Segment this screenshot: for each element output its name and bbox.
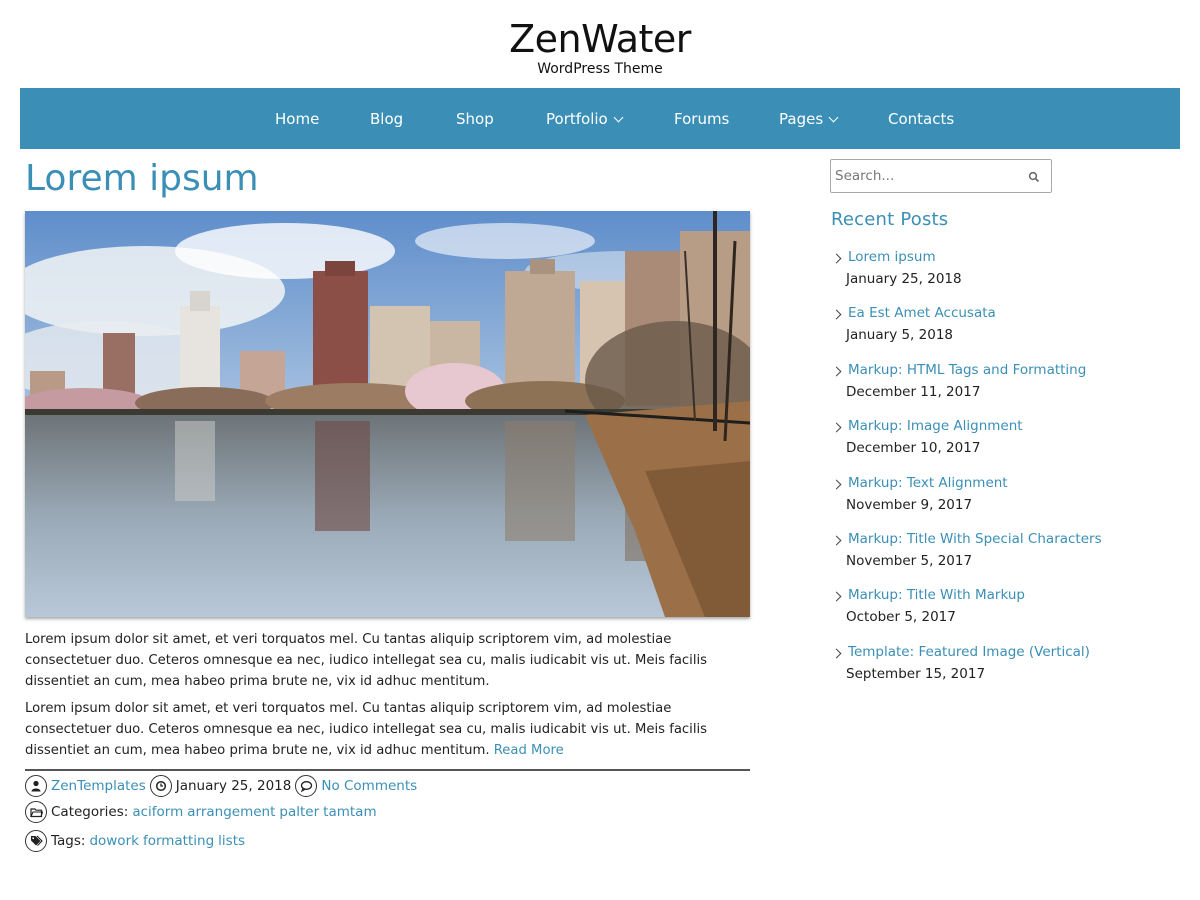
recent-post-link[interactable]: Markup: Image Alignment xyxy=(848,416,1023,436)
chevron-right-icon xyxy=(831,309,842,320)
chevron-down-icon xyxy=(613,112,624,123)
recent-post-date: November 9, 2017 xyxy=(846,497,973,513)
nav-item-home[interactable]: Home xyxy=(275,108,319,130)
nav-item-contacts[interactable]: Contacts xyxy=(888,108,954,130)
tag-link[interactable]: formatting xyxy=(143,829,214,853)
nav-item-label: Forums xyxy=(674,110,730,128)
categories-label: Categories: xyxy=(51,804,129,820)
post-tags-row: Tags: dowork formatting lists xyxy=(25,829,245,853)
nav-item-label: Home xyxy=(275,110,320,128)
category-link[interactable]: palter xyxy=(279,800,319,824)
nav-item-label: Blog xyxy=(370,110,404,128)
tags-icon xyxy=(25,830,47,852)
recent-post-date: January 25, 2018 xyxy=(846,271,962,287)
user-icon xyxy=(25,775,47,797)
recent-post-item: Ea Est Amet Accusata January 5, 2018 xyxy=(831,303,1171,347)
read-more-link[interactable]: Read More xyxy=(494,743,564,758)
category-link[interactable]: aciform xyxy=(132,800,183,824)
recent-post-item: Lorem ipsum January 25, 2018 xyxy=(831,247,1171,291)
recent-post-link[interactable]: Markup: Text Alignment xyxy=(848,473,1008,493)
tag-link[interactable]: lists xyxy=(218,829,245,853)
nav-item-label: Shop xyxy=(456,110,494,128)
recent-post-item: Markup: HTML Tags and Formatting Decembe… xyxy=(831,360,1171,404)
post-meta-row: ZenTemplates January 25, 2018 No Comment… xyxy=(25,774,417,798)
chevron-right-icon xyxy=(831,366,842,377)
nav-item-label: Contacts xyxy=(888,110,955,128)
nav-item-label: Portfolio xyxy=(546,110,608,128)
search-form xyxy=(830,159,1052,193)
post-paragraph: Lorem ipsum dolor sit amet, et veri torq… xyxy=(25,632,708,689)
tags-label: Tags: xyxy=(51,833,86,849)
category-link[interactable]: arrangement xyxy=(187,800,275,824)
post-date: January 25, 2018 xyxy=(175,778,292,794)
post-title[interactable]: Lorem ipsum xyxy=(25,157,259,201)
recent-post-date: January 5, 2018 xyxy=(846,327,953,343)
featured-image[interactable] xyxy=(25,211,750,617)
recent-post-date: November 5, 2017 xyxy=(846,553,973,569)
main-navigation: Home Blog Shop Portfolio Forums Pages Co… xyxy=(20,88,1180,149)
nav-item-forums[interactable]: Forums xyxy=(674,108,729,130)
nav-item-pages[interactable]: Pages xyxy=(779,108,839,130)
clock-icon xyxy=(149,775,172,797)
recent-post-link[interactable]: Ea Est Amet Accusata xyxy=(848,303,996,323)
chevron-down-icon xyxy=(828,112,839,123)
recent-post-link[interactable]: Markup: Title With Special Characters xyxy=(848,529,1102,549)
recent-post-item: Markup: Title With Special Characters No… xyxy=(831,529,1171,573)
chevron-right-icon xyxy=(831,648,842,659)
post-paragraph: Lorem ipsum dolor sit amet, et veri torq… xyxy=(25,698,750,761)
nav-item-shop[interactable]: Shop xyxy=(456,108,494,130)
recent-post-link[interactable]: Markup: HTML Tags and Formatting xyxy=(848,360,1086,380)
recent-posts-title: Recent Posts xyxy=(831,209,949,230)
site-header: ZenWater WordPress Theme xyxy=(0,0,1200,88)
search-icon[interactable] xyxy=(1025,168,1043,186)
recent-post-date: September 15, 2017 xyxy=(846,666,986,682)
tag-link[interactable]: dowork xyxy=(89,829,139,853)
recent-post-date: December 11, 2017 xyxy=(846,384,981,400)
recent-post-item: Markup: Title With Markup October 5, 201… xyxy=(831,585,1171,629)
recent-post-link[interactable]: Markup: Title With Markup xyxy=(848,585,1025,605)
category-link[interactable]: tamtam xyxy=(323,800,376,824)
nav-item-portfolio[interactable]: Portfolio xyxy=(546,108,624,130)
recent-post-link[interactable]: Lorem ipsum xyxy=(848,247,936,267)
folder-icon xyxy=(25,801,47,823)
nav-item-label: Pages xyxy=(779,110,824,128)
author-link[interactable]: ZenTemplates xyxy=(51,774,146,798)
post-paragraph-text: Lorem ipsum dolor sit amet, et veri torq… xyxy=(25,701,708,758)
recent-post-link[interactable]: Template: Featured Image (Vertical) xyxy=(848,642,1090,662)
chevron-right-icon xyxy=(831,591,842,602)
search-input[interactable] xyxy=(835,165,1015,187)
chevron-right-icon xyxy=(831,422,842,433)
comments-link[interactable]: No Comments xyxy=(321,774,417,798)
chevron-right-icon xyxy=(831,479,842,490)
nav-item-blog[interactable]: Blog xyxy=(370,108,403,130)
recent-post-item: Markup: Text Alignment November 9, 2017 xyxy=(831,473,1171,517)
comment-icon xyxy=(295,775,318,797)
recent-post-date: October 5, 2017 xyxy=(846,609,956,625)
recent-post-item: Template: Featured Image (Vertical) Sept… xyxy=(831,642,1171,686)
recent-post-item: Markup: Image Alignment December 10, 201… xyxy=(831,416,1171,460)
featured-image-graphic xyxy=(25,211,750,617)
meta-divider xyxy=(25,769,750,771)
site-title[interactable]: ZenWater xyxy=(0,16,1200,62)
site-description: WordPress Theme xyxy=(537,61,663,77)
chevron-right-icon xyxy=(831,253,842,264)
recent-post-date: December 10, 2017 xyxy=(846,440,981,456)
post-categories-row: Categories: aciform arrangement palter t… xyxy=(25,800,377,824)
chevron-right-icon xyxy=(831,535,842,546)
